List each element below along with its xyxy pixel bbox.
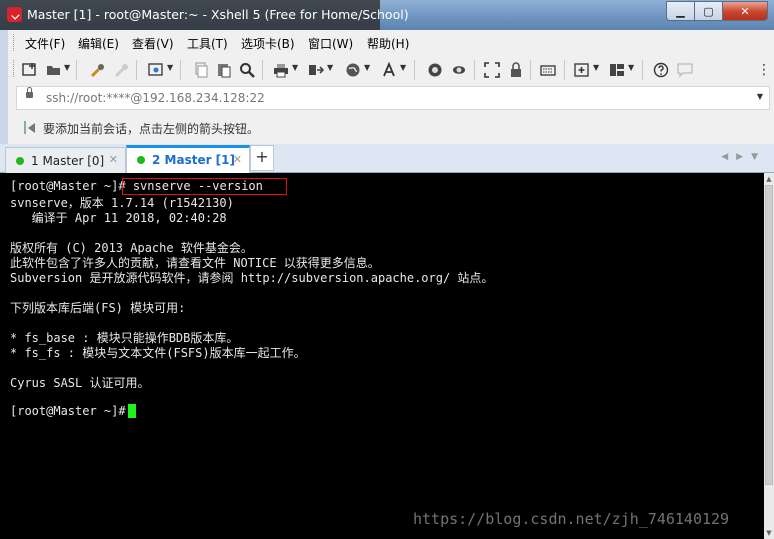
menu-tabs[interactable]: 选项卡(B) xyxy=(241,35,295,52)
toolbar-separator xyxy=(530,60,531,80)
globe-icon[interactable] xyxy=(345,62,361,78)
add-session-arrow-icon[interactable] xyxy=(24,120,38,134)
font-dropdown-icon[interactable]: ▼ xyxy=(400,63,406,72)
xshell-app-icon[interactable] xyxy=(7,7,22,22)
toolbar-separator xyxy=(262,60,263,80)
menu-help[interactable]: 帮助(H) xyxy=(367,35,409,52)
toolbar-separator xyxy=(76,60,77,80)
new-session-icon[interactable] xyxy=(22,62,38,78)
toolbar-separator xyxy=(414,60,415,80)
address-value[interactable]: ssh://root:****@192.168.234.128:22 xyxy=(46,91,265,105)
scrollbar-thumb[interactable] xyxy=(765,185,773,485)
toolbar: ▼ ▼ ▼ ▼ ▼ ▼ ▼ ▼ ⋮ xyxy=(8,56,774,84)
toolbar-grip[interactable] xyxy=(13,60,17,77)
command-highlight-box xyxy=(122,178,287,195)
terminal-cursor xyxy=(128,404,136,418)
terminal-line: 编译于 Apr 11 2018, 02:40:28 xyxy=(10,211,227,225)
open-dropdown-icon[interactable]: ▼ xyxy=(64,63,70,72)
copy-icon[interactable] xyxy=(193,62,209,78)
tab-close-icon[interactable]: ✕ xyxy=(109,153,118,166)
close-button[interactable]: ✕ xyxy=(722,1,768,21)
terminal-prompt: [root@Master ~]# xyxy=(10,404,133,418)
paste-icon[interactable] xyxy=(216,62,232,78)
menu-grip[interactable] xyxy=(13,34,17,51)
minimize-button[interactable]: ▁ xyxy=(666,1,695,21)
key-icon[interactable] xyxy=(90,62,106,78)
new-tab-button[interactable]: + xyxy=(250,145,274,171)
maximize-button[interactable]: ▢ xyxy=(694,1,723,21)
connection-status-icon xyxy=(16,157,24,165)
fullscreen-icon[interactable] xyxy=(484,62,500,78)
tab-label: 1 Master [0] xyxy=(31,154,105,168)
open-folder-icon[interactable] xyxy=(46,62,62,78)
properties-dropdown-icon[interactable]: ▼ xyxy=(167,63,173,72)
menu-window[interactable]: 窗口(W) xyxy=(308,35,353,52)
toolbar-overflow-icon[interactable]: ⋮ xyxy=(756,62,772,78)
disconnect-icon[interactable] xyxy=(114,62,130,78)
toolbar-separator xyxy=(642,60,643,80)
font-icon[interactable] xyxy=(381,62,397,78)
chat-icon[interactable] xyxy=(677,62,693,78)
menu-edit[interactable]: 编辑(E) xyxy=(78,35,119,52)
xshell-icon[interactable] xyxy=(451,62,467,78)
find-icon[interactable] xyxy=(239,62,255,78)
scroll-up-icon[interactable]: ▲ xyxy=(764,174,774,184)
menu-bar: 文件(F) 编辑(E) 查看(V) 工具(T) 选项卡(B) 窗口(W) 帮助(… xyxy=(8,30,774,56)
menu-tools[interactable]: 工具(T) xyxy=(187,35,228,52)
menu-view[interactable]: 查看(V) xyxy=(132,35,174,52)
address-dropdown-icon[interactable]: ▼ xyxy=(757,92,763,101)
watermark: https://blog.csdn.net/zjh_746140129 xyxy=(413,510,730,528)
toolbar-separator xyxy=(564,60,565,80)
connection-status-icon xyxy=(137,156,145,164)
toolbar-separator xyxy=(474,60,475,80)
window-title: Master [1] - root@Master:~ - Xshell 5 (F… xyxy=(27,7,409,22)
properties-icon[interactable] xyxy=(148,62,164,78)
add-tab-icon[interactable] xyxy=(574,62,590,78)
terminal-line: * fs_fs : 模块与文本文件(FSFS)版本库一起工作。 xyxy=(10,346,306,360)
globe-dropdown-icon[interactable]: ▼ xyxy=(364,63,370,72)
terminal-line: Subversion 是开放源代码软件，请参阅 http://subversio… xyxy=(10,271,494,285)
terminal-line: Cyrus SASL 认证可用。 xyxy=(10,376,150,390)
scroll-down-icon[interactable]: ▼ xyxy=(764,528,774,538)
xftp-icon[interactable] xyxy=(427,62,443,78)
lock-icon[interactable] xyxy=(508,62,524,78)
print-icon[interactable] xyxy=(273,62,289,78)
toolbar-separator xyxy=(136,60,137,80)
title-bar: Master [1] - root@Master:~ - Xshell 5 (F… xyxy=(0,0,774,30)
lock-icon xyxy=(26,87,33,98)
toolbar-separator xyxy=(180,60,181,80)
tab-label: 2 Master [1] xyxy=(152,153,235,167)
print-dropdown-icon[interactable]: ▼ xyxy=(292,63,298,72)
tab-master-0[interactable]: 1 Master [0] ✕ xyxy=(5,147,126,173)
help-icon[interactable] xyxy=(653,62,669,78)
tab-scroll-arrows[interactable]: ◀▶▼ xyxy=(721,152,766,162)
layout-dropdown-icon[interactable]: ▼ xyxy=(628,63,634,72)
terminal-line: 下列版本库后端(FS) 模块可用: xyxy=(10,301,186,315)
layout-icon[interactable] xyxy=(609,62,625,78)
transfer-dropdown-icon[interactable]: ▼ xyxy=(327,63,333,72)
terminal-scrollbar[interactable]: ▲ ▼ xyxy=(764,173,774,539)
menu-file[interactable]: 文件(F) xyxy=(25,35,65,52)
address-bar[interactable]: ssh://root:****@192.168.234.128:22 ▼ xyxy=(16,86,770,110)
tab-master-1[interactable]: 2 Master [1] ✕ xyxy=(126,145,250,176)
transfer-icon[interactable] xyxy=(308,62,324,78)
add-tab-dropdown-icon[interactable]: ▼ xyxy=(593,63,599,72)
keyboard-icon[interactable] xyxy=(540,62,556,78)
tab-close-icon[interactable]: ✕ xyxy=(233,153,242,166)
session-hint-text: 要添加当前会话，点击左侧的箭头按钮。 xyxy=(43,122,260,136)
window-controls: ▁ ▢ ✕ xyxy=(666,1,768,21)
session-hint-bar: 要添加当前会话，点击左侧的箭头按钮。 xyxy=(8,112,774,142)
